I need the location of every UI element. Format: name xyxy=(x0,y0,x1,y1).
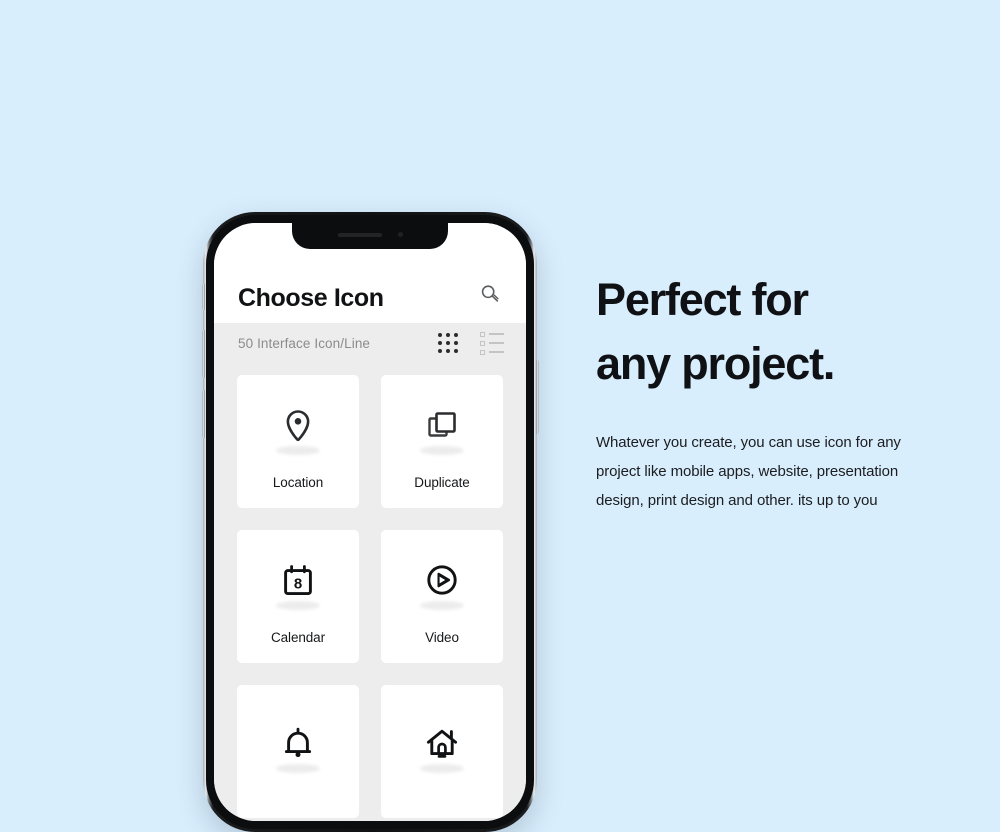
duplicate-icon xyxy=(422,406,462,446)
calendar-icon: 8 xyxy=(278,561,318,601)
phone-screen: Choose Icon 50 Interface Icon/Line Locat… xyxy=(214,223,526,821)
icon-card-notification[interactable] xyxy=(237,685,359,818)
icon-shadow xyxy=(420,763,464,773)
icon-shadow xyxy=(420,601,464,610)
search-button[interactable] xyxy=(476,282,504,310)
icon-artwork xyxy=(276,713,320,775)
icon-artwork xyxy=(276,395,320,457)
bell-icon xyxy=(278,724,318,764)
icon-label: Duplicate xyxy=(414,475,470,490)
headline-line-2: any project. xyxy=(596,337,835,389)
icon-artwork xyxy=(420,395,464,457)
category-label: 50 Interface Icon/Line xyxy=(238,335,371,351)
search-icon xyxy=(479,283,501,310)
page-title: Choose Icon xyxy=(238,284,384,312)
icon-card-home[interactable] xyxy=(381,685,503,818)
icon-shadow xyxy=(276,446,320,455)
home-icon xyxy=(422,724,462,764)
power-button[interactable] xyxy=(535,360,539,434)
volume-down-button[interactable] xyxy=(201,390,205,438)
icon-card-duplicate[interactable]: Duplicate xyxy=(381,375,503,508)
body-paragraph: Whatever you create, you can use icon fo… xyxy=(596,433,901,510)
headline-line-1: Perfect for xyxy=(596,274,809,325)
icon-shadow xyxy=(276,601,320,610)
view-toggle-group xyxy=(438,331,504,355)
list-view-icon[interactable] xyxy=(480,331,504,355)
icon-label: Video xyxy=(425,630,459,645)
category-bar: 50 Interface Icon/Line xyxy=(214,323,526,363)
silent-switch-button[interactable] xyxy=(201,284,205,310)
icon-card-location[interactable]: Location xyxy=(237,375,359,508)
icon-artwork xyxy=(420,550,464,612)
headline: Perfect for any project. xyxy=(596,268,946,396)
earpiece-speaker-icon xyxy=(337,232,382,237)
icon-grid: Location Duplicate 8 Calendar Video xyxy=(237,375,503,818)
icon-artwork: 8 xyxy=(276,550,320,612)
icon-shadow xyxy=(420,446,464,455)
icon-artwork xyxy=(420,713,464,775)
icon-card-calendar[interactable]: 8 Calendar xyxy=(237,530,359,663)
location-pin-icon xyxy=(278,406,318,446)
icon-label: Location xyxy=(272,475,324,490)
icon-label: Calendar xyxy=(271,630,325,645)
marketing-copy: Perfect for any project. Whatever you cr… xyxy=(596,268,946,516)
video-play-icon xyxy=(422,561,462,601)
svg-text:8: 8 xyxy=(294,575,302,592)
grid-view-icon[interactable] xyxy=(438,333,458,353)
icon-card-video[interactable]: Video xyxy=(381,530,503,663)
icon-shadow xyxy=(276,763,320,773)
phone-notch xyxy=(292,223,448,249)
volume-up-button[interactable] xyxy=(201,330,205,378)
front-camera-icon xyxy=(397,232,403,237)
icon-grid-scroll-area[interactable]: Location Duplicate 8 Calendar Video xyxy=(214,363,526,821)
phone-mockup: Choose Icon 50 Interface Icon/Line Locat… xyxy=(201,212,539,832)
